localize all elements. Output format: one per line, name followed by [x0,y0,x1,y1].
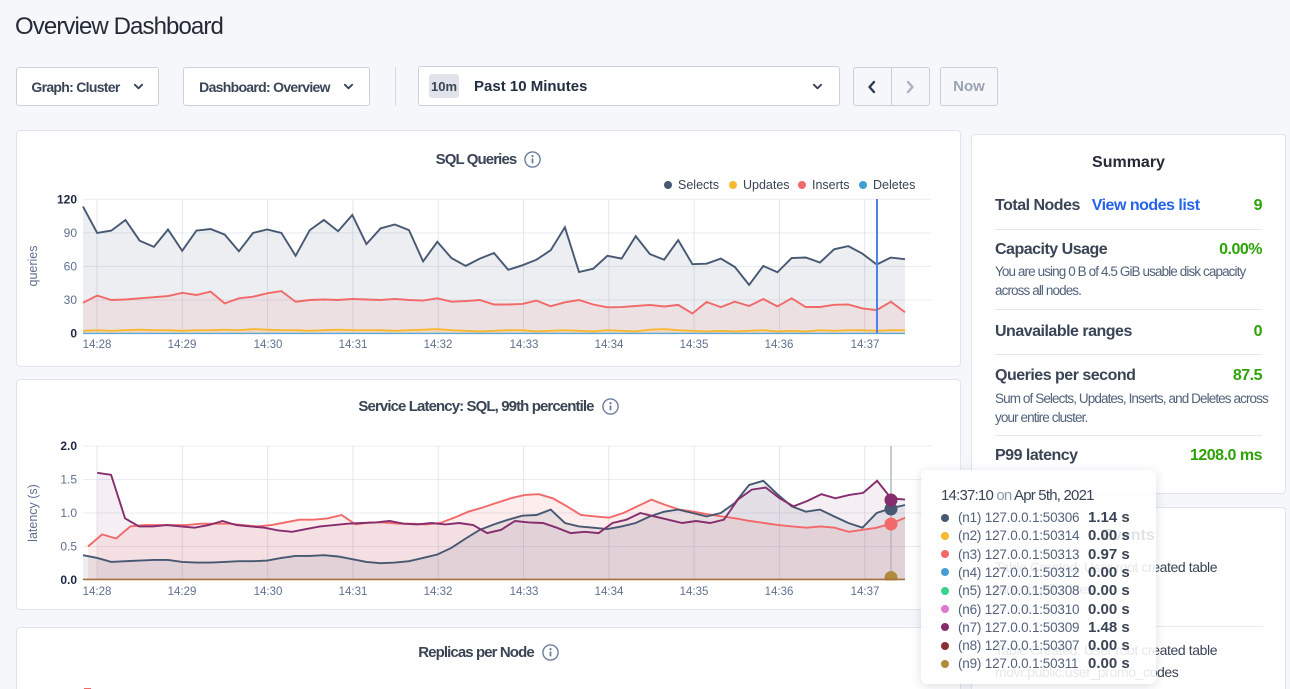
svg-text:0.0: 0.0 [60,573,77,587]
svg-text:14:32: 14:32 [424,586,453,598]
svg-text:14:29: 14:29 [168,586,197,598]
svg-text:14:28: 14:28 [83,339,112,351]
svg-text:14:35: 14:35 [680,339,709,351]
svg-text:0: 0 [70,327,77,341]
svg-text:14:34: 14:34 [595,339,624,351]
svg-text:14:31: 14:31 [339,339,368,351]
svg-text:1.0: 1.0 [60,506,77,520]
svg-text:14:30: 14:30 [254,586,283,598]
svg-text:14:37: 14:37 [851,586,880,598]
svg-text:14:34: 14:34 [595,586,624,598]
svg-text:14:29: 14:29 [168,339,197,351]
svg-text:0.5: 0.5 [60,540,77,554]
svg-text:60: 60 [64,260,78,274]
svg-text:14:33: 14:33 [510,586,539,598]
svg-text:30: 30 [64,293,78,307]
svg-text:1.5: 1.5 [60,473,77,487]
svg-text:14:30: 14:30 [254,339,283,351]
svg-text:queries: queries [26,246,40,287]
svg-text:latency (s): latency (s) [26,484,40,542]
svg-text:14:37: 14:37 [851,339,880,351]
svg-text:14:36: 14:36 [765,586,794,598]
svg-text:14:28: 14:28 [83,586,112,598]
svg-text:14:31: 14:31 [339,586,368,598]
svg-text:14:32: 14:32 [424,339,453,351]
svg-text:14:35: 14:35 [680,586,709,598]
svg-text:90: 90 [64,226,78,240]
svg-text:14:36: 14:36 [765,339,794,351]
svg-text:14:33: 14:33 [510,339,539,351]
svg-text:2.0: 2.0 [60,439,77,453]
svg-text:120: 120 [57,192,77,206]
